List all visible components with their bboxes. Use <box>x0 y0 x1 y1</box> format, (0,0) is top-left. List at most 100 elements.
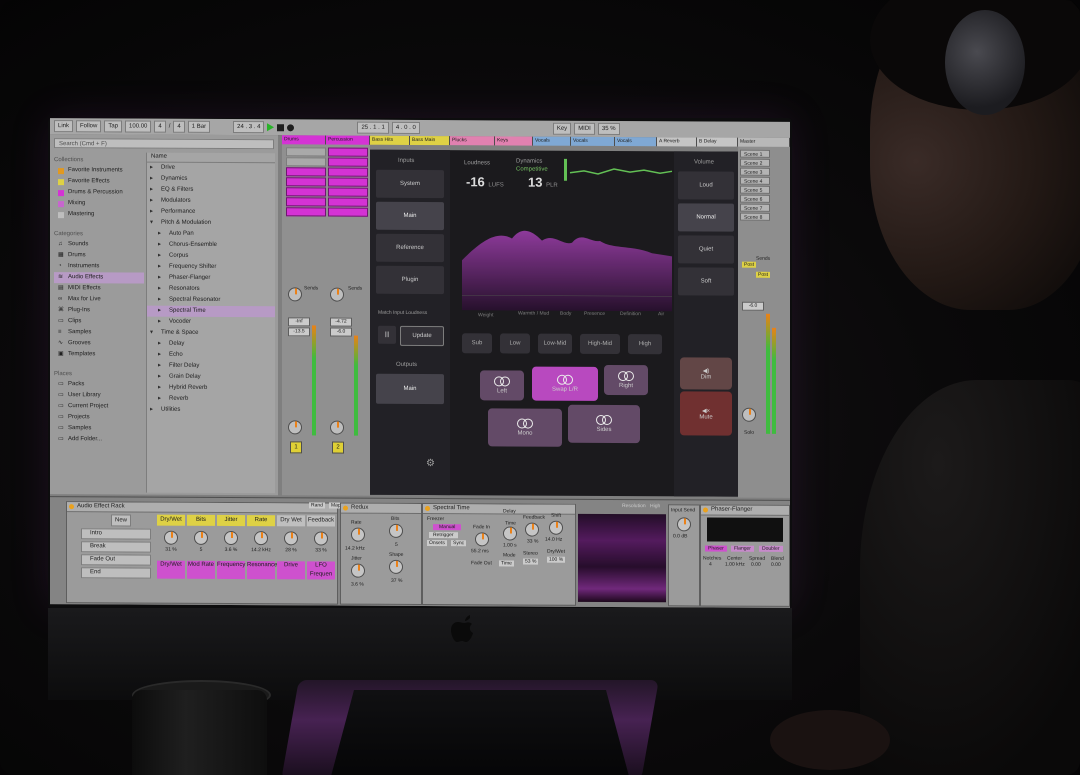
scene-launch-button[interactable]: Scene 8 <box>740 212 770 221</box>
sig-num[interactable]: 4 <box>154 120 166 133</box>
track-volume[interactable]: -Inf <box>288 317 310 327</box>
place-item[interactable]: ▭ Add Folder... <box>54 434 144 445</box>
swap-lr-button[interactable]: Swap L/R <box>532 366 598 401</box>
shape-knob[interactable] <box>389 559 403 574</box>
redux-title[interactable]: Redux <box>341 503 421 515</box>
browser-folder-item[interactable]: Filter Delay <box>147 361 275 373</box>
mode-select[interactable]: Time <box>499 560 514 567</box>
blend-value[interactable]: 0.00 <box>771 562 781 568</box>
browser-folder-item[interactable]: Hybrid Reverb <box>147 383 275 395</box>
clip[interactable] <box>328 157 368 167</box>
collection-item[interactable]: Favorite Effects <box>54 176 144 187</box>
sub-button[interactable]: Sub <box>462 333 492 354</box>
browser-folder-item[interactable]: Chorus-Ensemble <box>147 240 275 252</box>
browser-folder-item[interactable]: Delay <box>147 339 275 351</box>
link-button[interactable]: Link <box>54 120 74 133</box>
browser-folder-item[interactable]: Dynamics <box>147 174 275 186</box>
place-item[interactable]: ▭ Current Project <box>54 401 144 412</box>
clip[interactable] <box>328 167 368 177</box>
track-header-plucks[interactable]: Plucks <box>450 136 495 146</box>
track-activator[interactable]: 1 <box>290 441 302 454</box>
category-item-midi-effects[interactable]: ▤ MIDI Effects <box>54 283 144 294</box>
macro-label[interactable]: Mod Rate <box>187 560 215 579</box>
input-send-knob[interactable] <box>677 517 691 532</box>
clip[interactable] <box>328 207 368 217</box>
scene-launch-button[interactable]: Scene 2 <box>740 158 770 167</box>
stop-icon[interactable] <box>277 123 285 131</box>
clip[interactable] <box>286 187 326 197</box>
meter-icon[interactable]: ||| <box>378 325 396 344</box>
sides-button[interactable]: Sides <box>568 404 640 444</box>
collection-item[interactable]: Favorite Instruments <box>54 165 144 176</box>
browser-folder-item[interactable]: Pitch & Modulation <box>147 218 275 230</box>
update-button[interactable]: Update <box>400 325 444 347</box>
low-button[interactable]: Low <box>500 333 530 354</box>
key-map-button[interactable]: Key <box>552 122 572 135</box>
rack-title[interactable]: Audio Effect Rack <box>67 502 337 514</box>
browser-folder-item[interactable]: Corpus <box>147 251 275 263</box>
pan-knob[interactable] <box>288 420 302 435</box>
right-button[interactable]: Right <box>604 364 648 396</box>
high-mid-button[interactable]: High-Mid <box>580 333 620 355</box>
category-item-clips[interactable]: ▭ Clips <box>54 316 144 327</box>
empty-clip-slot[interactable] <box>286 157 326 167</box>
spread-value[interactable]: 0.00 <box>751 562 761 568</box>
macro-knob[interactable] <box>284 531 298 546</box>
mute-button[interactable]: ◀× Mute <box>680 391 732 436</box>
rand-button[interactable]: Rand <box>309 502 325 509</box>
flanger-mode-button[interactable]: Flanger <box>731 545 754 552</box>
category-item-drums[interactable]: ▦ Drums <box>54 250 144 261</box>
jitter-knob[interactable] <box>351 563 365 578</box>
play-icon[interactable] <box>267 123 275 132</box>
macro-label[interactable]: Dry/Wet <box>157 514 185 526</box>
category-item-max-for-live[interactable]: ∞ Max for Live <box>54 294 144 305</box>
clip[interactable] <box>286 167 326 177</box>
track-header-bass-main[interactable]: Bass Main <box>410 135 450 146</box>
category-item-plug-ins[interactable]: ⌘ Plug-Ins <box>54 305 144 316</box>
track-volume-peak[interactable]: -6.0 <box>330 327 352 337</box>
post-button[interactable]: Post <box>742 261 757 268</box>
place-item[interactable]: ▭ Projects <box>54 412 144 423</box>
browser-folder-item[interactable]: Modulators <box>147 196 275 208</box>
macro-label[interactable]: Rate <box>247 515 275 527</box>
clip[interactable] <box>328 187 368 197</box>
low-mid-button[interactable]: Low-Mid <box>538 333 572 354</box>
onsets-button[interactable]: Onsets <box>427 540 447 547</box>
browser-folder-item[interactable]: Vocoder <box>147 317 275 329</box>
new-variation-button[interactable]: New <box>111 514 132 527</box>
loop-length-field[interactable]: 4 . 0 . 0 <box>391 121 420 134</box>
track-header-drums[interactable]: Drums <box>282 135 326 145</box>
browser-folder-item[interactable]: Echo <box>147 350 275 362</box>
browser-folder-item[interactable]: Resonators <box>147 284 275 296</box>
record-icon[interactable] <box>287 123 295 131</box>
clip[interactable] <box>328 147 368 157</box>
drywet-value[interactable]: 100 % <box>547 556 566 563</box>
loop-start-field[interactable]: 25 . 1 . 1 <box>357 121 389 134</box>
scene-launch-button[interactable]: Scene 5 <box>740 185 770 194</box>
category-item-grooves[interactable]: ∿ Grooves <box>54 338 144 349</box>
name-column-header[interactable]: Name <box>147 152 275 164</box>
browser-folder-item[interactable]: Performance <box>147 207 275 219</box>
browser-folder-item[interactable]: Spectral Time <box>147 305 275 318</box>
category-item-instruments[interactable]: ◔ Instruments <box>54 261 144 272</box>
send-a-knob[interactable] <box>288 287 302 302</box>
collection-item[interactable]: Drums & Percussion <box>54 187 144 198</box>
scene-launch-button[interactable]: Scene 3 <box>740 167 770 176</box>
input-system[interactable]: System <box>376 169 444 199</box>
phaser-title[interactable]: Phaser-Flanger <box>701 505 789 516</box>
input-reference[interactable]: Reference <box>376 233 444 263</box>
dim-button[interactable]: ◀) Dim <box>680 357 732 390</box>
scene-launch-button[interactable]: Scene 1 <box>740 149 770 158</box>
send-a-knob[interactable] <box>330 287 344 302</box>
clip[interactable] <box>286 197 326 207</box>
shift-knob[interactable] <box>549 520 563 535</box>
time-knob[interactable] <box>503 526 517 541</box>
browser-folder-item[interactable]: Auto Pan <box>147 229 275 241</box>
macro-label[interactable]: Jitter <box>217 514 245 527</box>
macro-label[interactable]: Bits <box>187 514 215 526</box>
scene-launch-button[interactable]: Scene 4 <box>740 176 770 185</box>
macro-label[interactable]: Feedback <box>307 515 335 527</box>
pan-knob[interactable] <box>330 420 344 435</box>
clip[interactable] <box>328 177 368 187</box>
sync-button[interactable]: Sync <box>451 540 467 547</box>
